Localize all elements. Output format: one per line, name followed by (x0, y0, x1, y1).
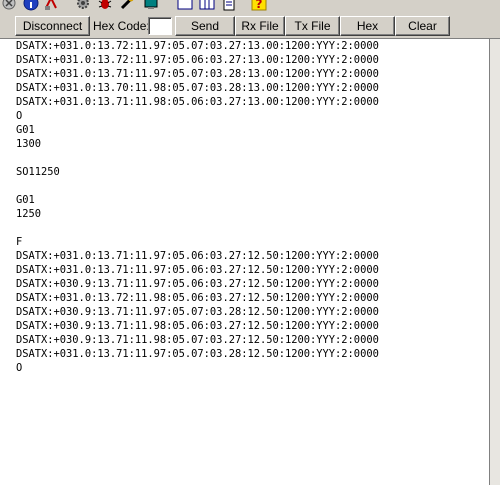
settings-icon[interactable] (74, 0, 92, 13)
terminal-line: DSATX:+031.0:13.72:11.97:05.06:03.27:13.… (16, 54, 379, 66)
terminal-line: DSATX:+030.9:13.71:11.98:05.07:03.27:12.… (16, 334, 379, 346)
vertical-scrollbar[interactable] (490, 39, 500, 485)
terminal-line: SO11250 (16, 166, 60, 178)
hex-code-input[interactable] (148, 17, 172, 35)
terminal-output[interactable]: DSATX:+031.0:13.72:11.97:05.07:03.27:13.… (0, 39, 490, 485)
terminal-line: G01 (16, 124, 35, 136)
terminal-line: F (16, 236, 23, 248)
terminal-line: 1300 (16, 138, 42, 150)
terminal-line: 1250 (16, 208, 42, 220)
terminal-line: O (16, 110, 23, 122)
terminal-line: O (16, 362, 23, 374)
icon-toolbar: ? (0, 0, 500, 14)
close-icon[interactable] (0, 0, 18, 13)
document-icon[interactable] (220, 0, 238, 13)
help-icon[interactable]: ? (250, 0, 268, 13)
disconnect-button[interactable]: Disconnect (15, 16, 90, 36)
terminal-line: DSATX:+031.0:13.71:11.97:05.06:03.27:12.… (16, 264, 379, 276)
rx-file-button[interactable]: Rx File (235, 16, 285, 36)
connect-icon[interactable] (42, 0, 60, 13)
terminal-icon[interactable] (142, 0, 160, 13)
terminal-line: DSATX:+030.9:13.71:11.97:05.07:03.28:12.… (16, 306, 379, 318)
terminal-line: DSATX:+031.0:13.71:11.97:05.07:03.28:12.… (16, 348, 379, 360)
window-icon[interactable] (176, 0, 194, 13)
bug-icon[interactable] (96, 0, 114, 13)
terminal-line: DSATX:+031.0:13.71:11.98:05.06:03.27:13.… (16, 96, 379, 108)
terminal-line: DSATX:+031.0:13.72:11.97:05.07:03.27:13.… (16, 40, 379, 52)
wrench-icon[interactable] (118, 0, 136, 13)
terminal-line: DSATX:+031.0:13.72:11.98:05.06:03.27:12.… (16, 292, 379, 304)
terminal-line: DSATX:+031.0:13.71:11.97:05.06:03.27:12.… (16, 250, 379, 262)
terminal-line: DSATX:+030.9:13.71:11.98:05.06:03.27:12.… (16, 320, 379, 332)
hex-code-label: Hex Code: (93, 19, 150, 33)
clear-button[interactable]: Clear (395, 16, 450, 36)
terminal-line: DSATX:+031.0:13.71:11.97:05.07:03.28:13.… (16, 68, 379, 80)
svg-text:?: ? (256, 0, 263, 11)
terminal-line: G01 (16, 194, 35, 206)
tx-file-button[interactable]: Tx File (285, 16, 340, 36)
hex-button[interactable]: Hex (340, 16, 395, 36)
info-icon[interactable] (22, 0, 40, 13)
send-button[interactable]: Send (175, 16, 235, 36)
panel-icon[interactable] (198, 0, 216, 13)
terminal-line: DSATX:+031.0:13.70:11.98:05.07:03.28:13.… (16, 82, 379, 94)
command-toolbar: Disconnect Hex Code: Send Rx File Tx Fil… (0, 14, 500, 39)
terminal-line: DSATX:+030.9:13.71:11.97:05.06:03.27:12.… (16, 278, 379, 290)
